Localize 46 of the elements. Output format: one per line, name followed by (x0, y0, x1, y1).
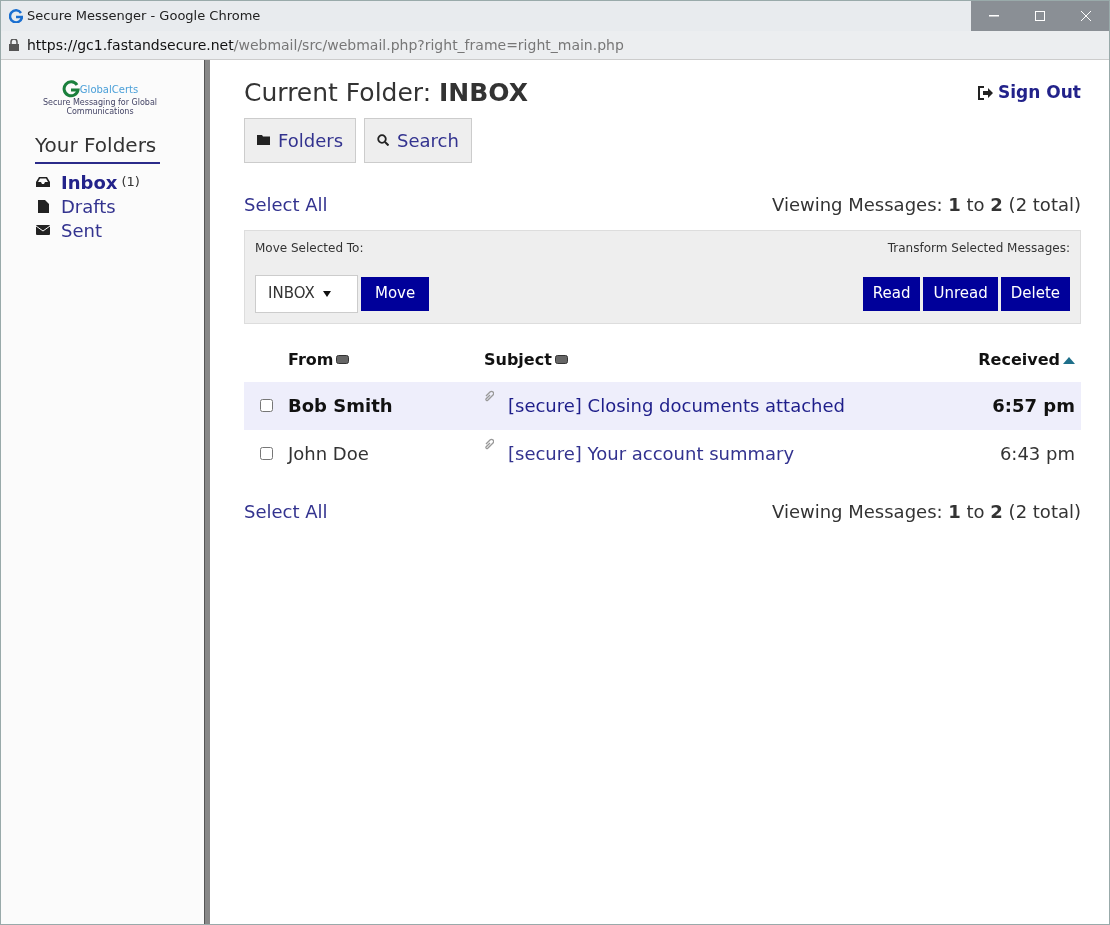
message-row[interactable]: John Doe [secure] Your account summary 6:43 pm (244, 429, 1081, 478)
row-checkbox[interactable] (259, 399, 273, 412)
viewing-messages-text: Viewing Messages: 1 to 2 (2 total) (772, 192, 1081, 217)
sender-text: John Doe (288, 442, 370, 466)
maximize-icon (1035, 11, 1045, 21)
globalcerts-logo: GlobalCerts Secure Messaging for Global Communications (25, 80, 175, 116)
document-icon (37, 199, 49, 213)
sign-out-link[interactable]: Sign Out (978, 80, 1081, 106)
subject-link[interactable]: [secure] Your account summary (508, 443, 795, 464)
minimize-icon (989, 15, 999, 17)
folder-link[interactable]: Inbox (1) (35, 170, 140, 194)
subject-link[interactable]: [secure] Closing documents attached (508, 395, 846, 416)
move-button[interactable]: Move (361, 276, 430, 311)
column-header[interactable]: Received (941, 347, 1081, 372)
chrome-logo-icon (9, 9, 23, 23)
row-checkbox[interactable] (259, 447, 273, 460)
column-header[interactable]: Subject (484, 347, 941, 372)
action-button[interactable]: Unread (923, 276, 998, 311)
envelope-icon (36, 225, 50, 235)
caret-icon (322, 290, 331, 297)
window-title: Secure Messenger - Google Chrome (27, 7, 261, 26)
action-button[interactable]: Delete (1000, 276, 1070, 311)
close-icon (1081, 11, 1091, 21)
folder-icon (257, 135, 270, 145)
viewing-messages-text: Viewing Messages: 1 to 2 (2 total) (772, 499, 1081, 524)
sign-out-icon (978, 85, 995, 100)
select-all-link[interactable]: Select All (244, 190, 328, 218)
folder-link[interactable]: Drafts (35, 194, 140, 218)
transform-label: Transform Selected Messages: (887, 239, 1070, 257)
move-label: Move Selected To: (255, 239, 364, 257)
action-button[interactable]: Read (862, 276, 921, 311)
sidebar-heading: Your Folders (35, 130, 161, 164)
tab-button[interactable]: Folders (244, 117, 356, 163)
lock-icon (9, 39, 19, 51)
search-icon (377, 134, 389, 146)
folder-dropdown[interactable]: INBOX (255, 274, 358, 313)
column-header[interactable]: From (244, 347, 484, 372)
sender-text: Bob Smith (288, 394, 394, 418)
inbox-tray-icon (36, 177, 50, 187)
tab-button[interactable]: Search (364, 117, 472, 163)
folder-title: Current Folder: INBOX (244, 77, 528, 109)
folder-link[interactable]: Sent (35, 218, 140, 242)
message-row[interactable]: Bob Smith [secure] Closing documents attached 6:57 pm (244, 381, 1081, 430)
received-time: 6:43 pm (998, 442, 1076, 466)
received-time: 6:57 pm (991, 394, 1076, 418)
select-all-link[interactable]: Select All (244, 497, 328, 525)
